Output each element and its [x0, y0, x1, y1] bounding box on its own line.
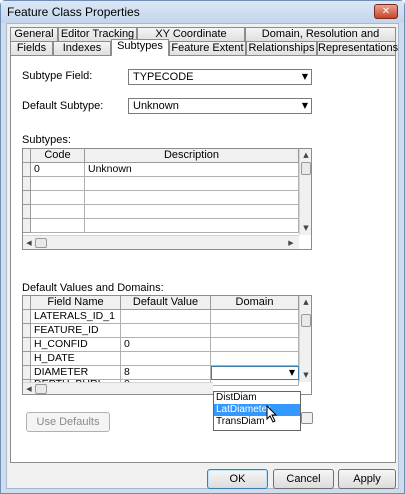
- tab-general[interactable]: General: [10, 27, 58, 42]
- subtype-code-cell[interactable]: [31, 191, 85, 205]
- subtype-code-cell[interactable]: [31, 177, 85, 191]
- defaults-domains-label: Default Values and Domains:: [22, 282, 164, 294]
- scroll-thumb[interactable]: [35, 238, 47, 248]
- row-header-corner: [23, 296, 31, 310]
- field-name-cell: FEATURE_ID: [31, 324, 121, 338]
- default-subtype-label: Default Subtype:: [22, 100, 104, 112]
- row-selector[interactable]: [23, 310, 31, 324]
- row-selector[interactable]: [23, 324, 31, 338]
- tab-indexes[interactable]: Indexes: [53, 41, 111, 56]
- domain-option-distdiam[interactable]: DistDiam: [214, 392, 300, 404]
- mouse-pointer-icon: [266, 405, 278, 423]
- column-header-description[interactable]: Description: [85, 149, 299, 163]
- subtype-code-cell[interactable]: [31, 219, 85, 233]
- row-selector[interactable]: [23, 352, 31, 366]
- subtype-description-cell[interactable]: [85, 191, 299, 205]
- row-selector[interactable]: [23, 366, 31, 380]
- chevron-down-icon: ▼: [301, 101, 308, 110]
- feature-class-properties-dialog: Feature Class Properties ✕ General Edito…: [0, 0, 405, 494]
- domain-cell[interactable]: [211, 310, 299, 324]
- field-name-cell: H_CONFID: [31, 338, 121, 352]
- row-selector[interactable]: [23, 219, 31, 233]
- scroll-up-icon[interactable]: ▲: [300, 297, 312, 307]
- vertical-scrollbar[interactable]: ▲ ▼: [299, 296, 311, 382]
- tab-domain-resolution-tolerance[interactable]: Domain, Resolution and Tolerance: [245, 27, 396, 53]
- default-value-cell[interactable]: [121, 324, 211, 338]
- subtype-description-cell[interactable]: [85, 219, 299, 233]
- tab-feature-extent[interactable]: Feature Extent: [169, 41, 246, 56]
- chevron-down-icon: ▼: [301, 72, 308, 81]
- domain-option-latdiameter[interactable]: LatDiameter: [214, 404, 300, 416]
- row-selector[interactable]: [23, 191, 31, 205]
- scroll-down-icon[interactable]: ▼: [300, 370, 312, 380]
- field-name-cell: DIAMETER: [31, 366, 121, 380]
- tab-fields[interactable]: Fields: [10, 41, 53, 56]
- subtype-description-cell[interactable]: [85, 205, 299, 219]
- tab-relationships[interactable]: Relationships: [246, 41, 317, 56]
- defaults-domains-grid: Field Name Default Value Domain LATERALS…: [22, 295, 312, 395]
- close-button[interactable]: ✕: [374, 4, 398, 19]
- domain-cell[interactable]: [211, 338, 299, 352]
- default-subtype-select[interactable]: Unknown ▼: [128, 98, 312, 114]
- subtype-field-select[interactable]: TYPECODE ▼: [128, 69, 312, 85]
- subtype-field-label: Subtype Field:: [22, 70, 93, 82]
- ok-button[interactable]: OK: [207, 469, 268, 489]
- domain-cell[interactable]: [211, 352, 299, 366]
- tab-subtypes[interactable]: Subtypes: [111, 39, 169, 56]
- dialog-client: General Editor Tracking XY Coordinate Sy…: [6, 23, 399, 489]
- column-header-code[interactable]: Code: [31, 149, 85, 163]
- domain-cell[interactable]: [211, 380, 299, 386]
- subtype-code-cell[interactable]: 0: [31, 163, 85, 177]
- default-value-cell[interactable]: 8: [121, 366, 211, 380]
- chevron-down-icon: ▼: [288, 368, 295, 377]
- column-header-default-value[interactable]: Default Value: [121, 296, 211, 310]
- domain-select[interactable]: ▼: [211, 366, 299, 380]
- apply-button[interactable]: Apply: [338, 469, 396, 489]
- title-bar: Feature Class Properties ✕: [1, 1, 404, 23]
- horizontal-scrollbar[interactable]: ◀: [23, 382, 213, 394]
- scroll-left-icon[interactable]: ◀: [23, 238, 35, 248]
- default-value-cell[interactable]: 0: [121, 338, 211, 352]
- subtype-code-cell[interactable]: [31, 205, 85, 219]
- row-header-corner: [23, 149, 31, 163]
- column-header-field-name[interactable]: Field Name: [31, 296, 121, 310]
- scroll-thumb[interactable]: [301, 314, 311, 327]
- subtypes-label: Subtypes:: [22, 134, 71, 146]
- scroll-up-icon[interactable]: ▲: [300, 150, 312, 160]
- scroll-left-icon[interactable]: ◀: [23, 384, 35, 394]
- scroll-thumb[interactable]: [301, 162, 311, 175]
- row-selector[interactable]: [23, 163, 31, 177]
- default-value-cell[interactable]: [121, 352, 211, 366]
- subtype-field-value: TYPECODE: [133, 71, 194, 83]
- horizontal-scrollbar[interactable]: ◀ ▶: [23, 235, 299, 249]
- scroll-right-icon[interactable]: ▶: [285, 238, 297, 248]
- field-name-cell: LATERALS_ID_1: [31, 310, 121, 324]
- row-selector[interactable]: [23, 338, 31, 352]
- scroll-corner-button[interactable]: [301, 412, 313, 424]
- domain-cell[interactable]: [211, 324, 299, 338]
- column-header-domain[interactable]: Domain: [211, 296, 299, 310]
- scroll-down-icon[interactable]: ▼: [300, 223, 312, 233]
- domain-dropdown-list: DistDiam LatDiameter TransDiam: [213, 391, 301, 431]
- vertical-scrollbar[interactable]: ▲ ▼: [299, 149, 311, 235]
- default-value-cell[interactable]: [121, 310, 211, 324]
- default-subtype-value: Unknown: [133, 100, 179, 112]
- subtype-description-cell[interactable]: Unknown: [85, 163, 299, 177]
- row-selector[interactable]: [23, 205, 31, 219]
- subtypes-grid: Code Description 0 Unknown ▲ ▼ ◀ ▶: [22, 148, 312, 250]
- subtypes-panel: Subtype Field: TYPECODE ▼ Default Subtyp…: [10, 55, 396, 463]
- cancel-button[interactable]: Cancel: [273, 469, 334, 489]
- row-selector[interactable]: [23, 177, 31, 191]
- subtype-description-cell[interactable]: [85, 177, 299, 191]
- domain-option-transdiam[interactable]: TransDiam: [214, 416, 300, 428]
- field-name-cell: H_DATE: [31, 352, 121, 366]
- dialog-title: Feature Class Properties: [7, 5, 140, 19]
- use-defaults-button[interactable]: Use Defaults: [26, 412, 110, 432]
- scroll-thumb[interactable]: [35, 384, 47, 394]
- tab-representations[interactable]: Representations: [317, 41, 398, 56]
